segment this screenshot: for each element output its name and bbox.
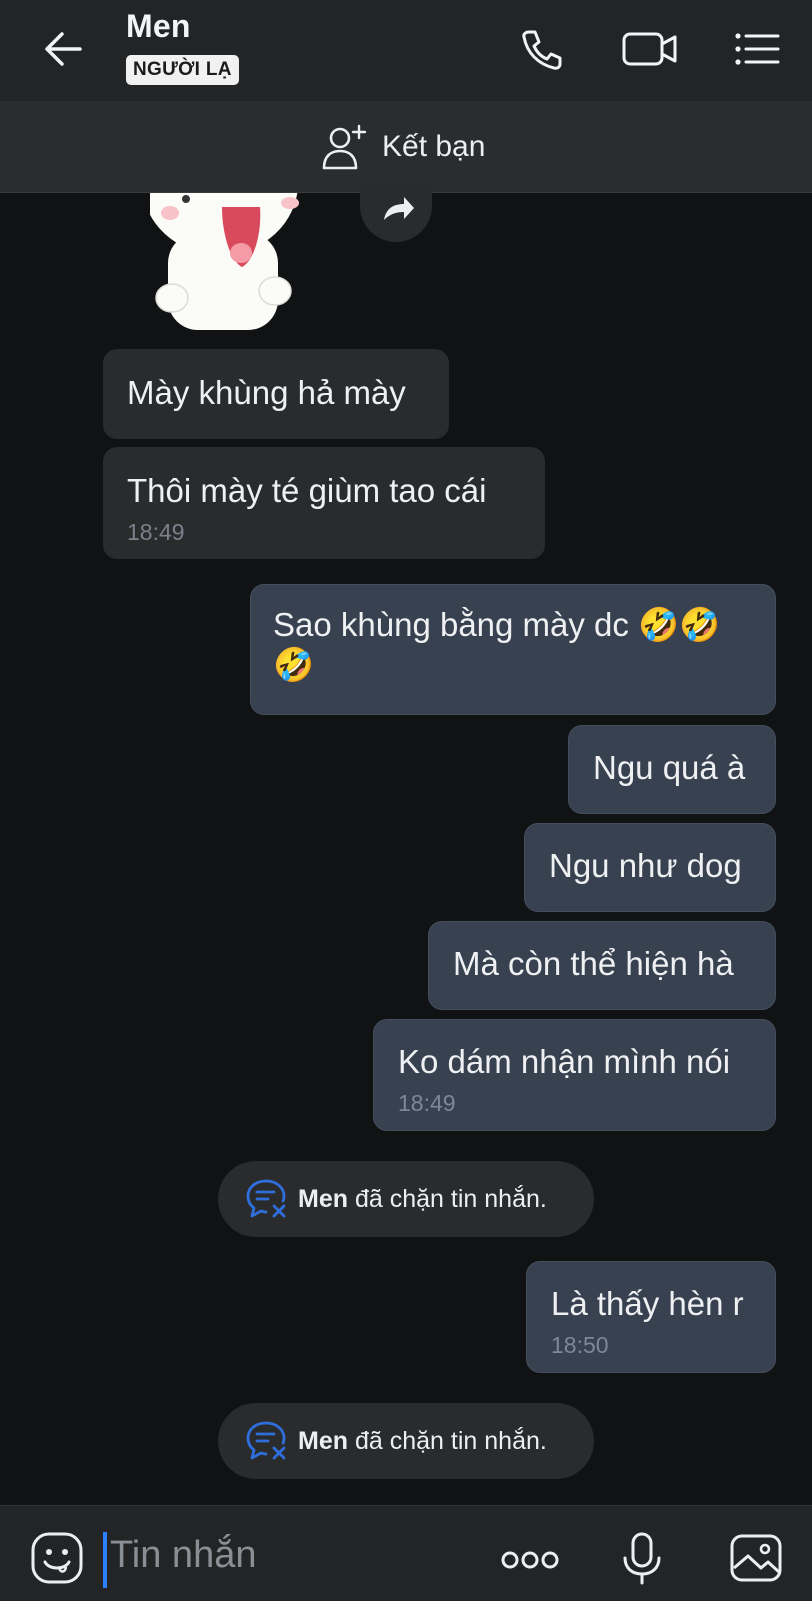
message-text: Mà còn thể hiện hà	[453, 945, 734, 982]
message-input[interactable]: Tin nhắn	[110, 1534, 256, 1577]
blocked-notice: Men đã chặn tin nhắn.	[218, 1161, 594, 1237]
share-arrow-icon	[384, 197, 414, 220]
message-bubble-outgoing[interactable]: Mà còn thể hiện hà	[428, 921, 776, 1010]
chat-header: Men NGƯỜI LẠ	[0, 0, 812, 101]
message-text: Thôi mày té giùm tao cái	[127, 472, 487, 509]
message-bubble-outgoing[interactable]: Ngu như dog	[524, 823, 776, 912]
notice-name: Men	[298, 1426, 348, 1455]
message-text: Ko dám nhận mình nói	[398, 1043, 731, 1080]
text-caret	[103, 1532, 107, 1588]
blocked-message-icon	[246, 1421, 286, 1460]
contact-name[interactable]: Men	[126, 8, 191, 45]
blocked-message-icon	[246, 1179, 286, 1218]
more-options-icon[interactable]	[500, 1532, 560, 1588]
add-friend-label: Kết bạn	[382, 130, 486, 163]
menu-list-icon[interactable]	[732, 24, 782, 74]
message-bubble-incoming[interactable]: Mày khùng hả mày	[103, 349, 449, 439]
share-forward-button[interactable]	[360, 180, 432, 242]
sticker-image[interactable]	[150, 193, 310, 330]
notice-name: Men	[298, 1184, 348, 1213]
message-bubble-outgoing[interactable]: Ko dám nhận mình nói 18:49	[373, 1019, 776, 1131]
message-text: Là thấy hèn r	[551, 1285, 744, 1322]
message-bubble-outgoing[interactable]: Ngu quá à	[568, 725, 776, 814]
message-time: 18:49	[398, 1090, 456, 1116]
message-bubble-outgoing[interactable]: Sao khùng bằng mày dc 🤣🤣 🤣	[250, 584, 776, 715]
blocked-notice: Men đã chặn tin nhắn.	[218, 1403, 594, 1479]
message-text: Mày khùng hả mày	[127, 374, 406, 411]
notice-text: đã chặn tin nhắn.	[355, 1426, 547, 1455]
stranger-badge: NGƯỜI LẠ	[126, 55, 239, 85]
message-text: 🤣	[273, 646, 315, 683]
phone-icon[interactable]	[516, 24, 566, 74]
emoji-icon[interactable]	[29, 1530, 85, 1586]
back-arrow-icon[interactable]	[38, 24, 88, 74]
message-text: Sao khùng bằng mày dc 🤣🤣	[273, 606, 721, 643]
notice-text: đã chặn tin nhắn.	[355, 1184, 547, 1213]
message-time: 18:50	[551, 1332, 609, 1358]
message-time: 18:49	[127, 519, 185, 545]
message-bubble-incoming[interactable]: Thôi mày té giùm tao cái 18:49	[103, 447, 545, 559]
gallery-icon[interactable]	[728, 1530, 784, 1586]
message-bubble-outgoing[interactable]: Là thấy hèn r 18:50	[526, 1261, 776, 1373]
video-call-icon[interactable]	[620, 24, 680, 74]
message-text: Ngu như dog	[549, 847, 742, 884]
add-friend-icon	[322, 124, 367, 170]
microphone-icon[interactable]	[614, 1530, 670, 1586]
add-friend-button[interactable]: Kết bạn	[320, 124, 485, 170]
message-text: Ngu quá à	[593, 749, 746, 786]
